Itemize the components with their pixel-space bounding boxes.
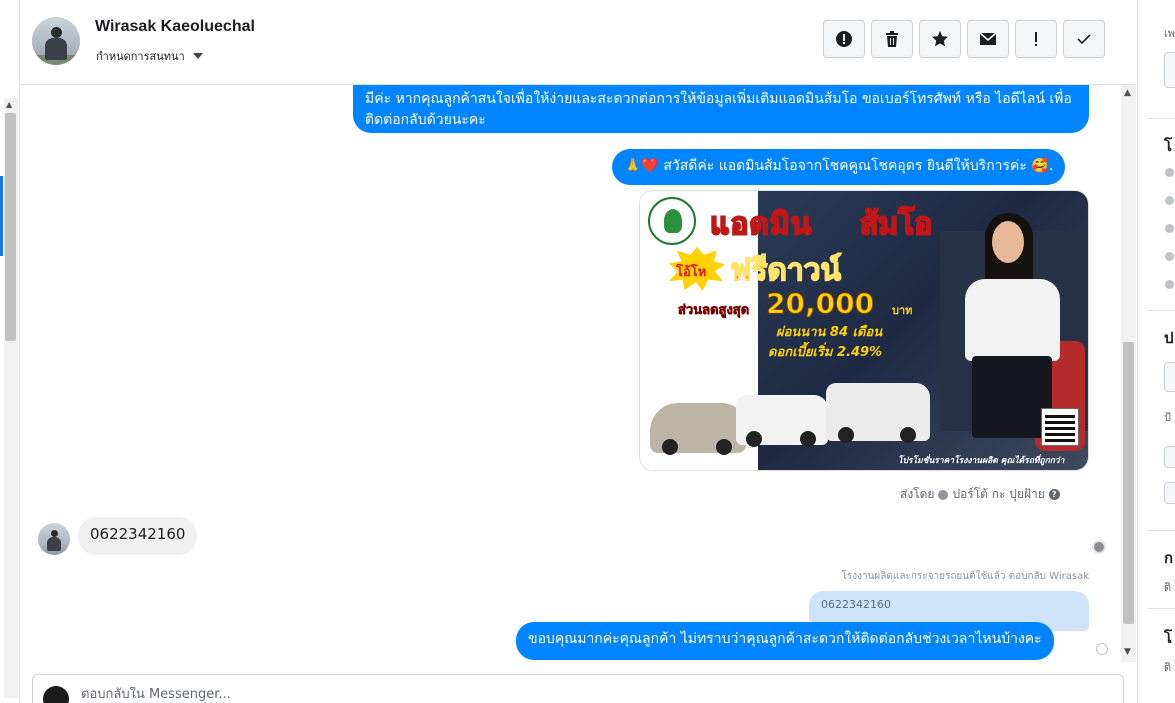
alert-circle-icon <box>836 31 852 47</box>
verified-icon <box>938 489 949 500</box>
checkmark-icon <box>1077 34 1091 45</box>
starburst-text: โอ้โห <box>676 265 707 280</box>
installment-text: ผ่อนนาน 84 เดือน <box>776 325 883 340</box>
contact-avatar[interactable] <box>32 17 80 65</box>
graduation-cap-icon <box>1165 224 1174 233</box>
scroll-up-arrow-icon[interactable]: ▲ <box>6 100 12 109</box>
message-thread: มีค่ะ หากคุณลูกค้าสนใจเพื่อให้ง่ายและสะด… <box>20 85 1120 662</box>
delete-button[interactable] <box>871 20 913 58</box>
inbox-window: ▲ Wirasak Kaeoluechal กำหนดการสนทนา มีค่… <box>0 0 1175 703</box>
car-sedan <box>650 403 746 455</box>
panel-divider <box>1148 530 1175 531</box>
panel-heading: ก <box>1164 549 1174 567</box>
car-pickup <box>736 395 828 447</box>
exclamation-icon <box>1035 32 1037 46</box>
location-pin-icon <box>1165 252 1174 261</box>
promo-title: แอดมิน <box>709 206 813 243</box>
reply-context-note: โรงงานผลิตและกระจายรถยนต์ใช้แล้ว ตอบกลับ… <box>841 571 1089 582</box>
discount-amount: 20,000 <box>765 287 875 321</box>
star-button[interactable] <box>919 20 961 58</box>
caret-down-icon <box>192 53 203 59</box>
conversation-list-scroll-thumb[interactable] <box>5 113 16 341</box>
sent-status-icon <box>1096 643 1108 655</box>
panel-text: เพ <box>1164 27 1175 40</box>
panel-divider <box>1148 608 1175 609</box>
mark-spam-button[interactable] <box>823 20 865 58</box>
rail-active-indicator <box>0 176 3 256</box>
trash-icon <box>886 31 898 47</box>
panel-heading: โ <box>1164 629 1173 647</box>
thread-scroll-thumb[interactable] <box>1123 342 1134 624</box>
star-icon <box>932 31 948 47</box>
help-icon[interactable]: ? <box>1048 489 1060 500</box>
location-pin-icon <box>1165 280 1174 289</box>
panel-divider <box>1148 310 1175 311</box>
discount-label: ส่วนลดสูงสุด <box>678 303 750 319</box>
outgoing-message[interactable]: มีค่ะ หากคุณลูกค้าสนใจเพื่อให้ง่ายและสะด… <box>353 85 1089 133</box>
qr-code <box>1041 408 1079 446</box>
outgoing-message[interactable]: ขอบคุณมากค่ะคุณลูกค้า ไม่ทราบว่าคุณลูกค้… <box>516 622 1054 660</box>
promo-image-attachment[interactable]: แอดมิน ส้มโอ โอ้โห ฟรีดาวน์ ส่วนลดสูงสุด… <box>639 190 1089 471</box>
sent-by-line: ส่งโดย ปอร์โต้ กะ ปุยฝ้าย ? <box>900 485 1060 504</box>
conversation-toolbar <box>823 20 1105 58</box>
dealer-logo <box>648 197 696 245</box>
panel-divider <box>1148 118 1175 119</box>
follow-up-button[interactable] <box>1015 20 1057 58</box>
mark-unread-button[interactable] <box>967 20 1009 58</box>
panel-heading: ป <box>1164 329 1174 347</box>
panel-text: ติ <box>1164 661 1172 674</box>
car-pickup-cage <box>826 383 930 443</box>
read-receipt-avatar <box>1092 540 1106 554</box>
panel-heading: โ <box>1164 137 1173 155</box>
contact-details-panel: เพ โ ป ป้ ก ติ โ ติ <box>1137 0 1175 703</box>
conversation-header: Wirasak Kaeoluechal กำหนดการสนทนา <box>20 0 1136 85</box>
incoming-message[interactable]: 0622342160 <box>78 517 198 555</box>
panel-checkbox[interactable] <box>1164 482 1175 504</box>
scroll-down-arrow-icon[interactable]: ▼ <box>1124 647 1131 657</box>
sent-by-name[interactable]: ปอร์โต้ กะ ปุยฝ้าย <box>952 485 1044 504</box>
discount-unit: บาท <box>892 304 913 317</box>
outgoing-message[interactable]: 🙏❤️ สวัสดีค่ะ แอดมินส้มโอจากโชคคูณโชคอุด… <box>612 149 1066 185</box>
page-avatar <box>43 686 69 703</box>
reply-input[interactable] <box>81 687 881 702</box>
clock-icon <box>1165 168 1174 177</box>
briefcase-icon <box>1165 196 1174 205</box>
left-rail: ▲ <box>0 0 20 703</box>
envelope-icon <box>979 32 997 45</box>
panel-text: ติ <box>1164 581 1172 594</box>
mark-done-button[interactable] <box>1063 20 1105 58</box>
sent-by-prefix: ส่งโดย <box>900 487 935 501</box>
scroll-up-arrow-icon[interactable]: ▲ <box>1124 88 1131 98</box>
interest-text: ดอกเบี้ยเริ่ม 2.49% <box>768 345 883 360</box>
assign-conversation-label: กำหนดการสนทนา <box>96 50 185 63</box>
promo-title-name: ส้มโอ <box>859 206 933 243</box>
reply-composer <box>32 674 1124 703</box>
contact-name[interactable]: Wirasak Kaeoluechal <box>95 18 255 36</box>
panel-text: ป้ <box>1164 411 1171 424</box>
promo-footer: โปรโมชั่นราคาโรงงานผลิต คุณได้รถที่ถูกกว… <box>898 456 1065 466</box>
panel-field[interactable] <box>1164 362 1175 392</box>
panel-field[interactable] <box>1164 52 1175 88</box>
assign-conversation-dropdown[interactable]: กำหนดการสนทนา <box>96 47 203 65</box>
panel-checkbox[interactable] <box>1164 446 1175 468</box>
contact-avatar-small[interactable] <box>38 523 70 555</box>
